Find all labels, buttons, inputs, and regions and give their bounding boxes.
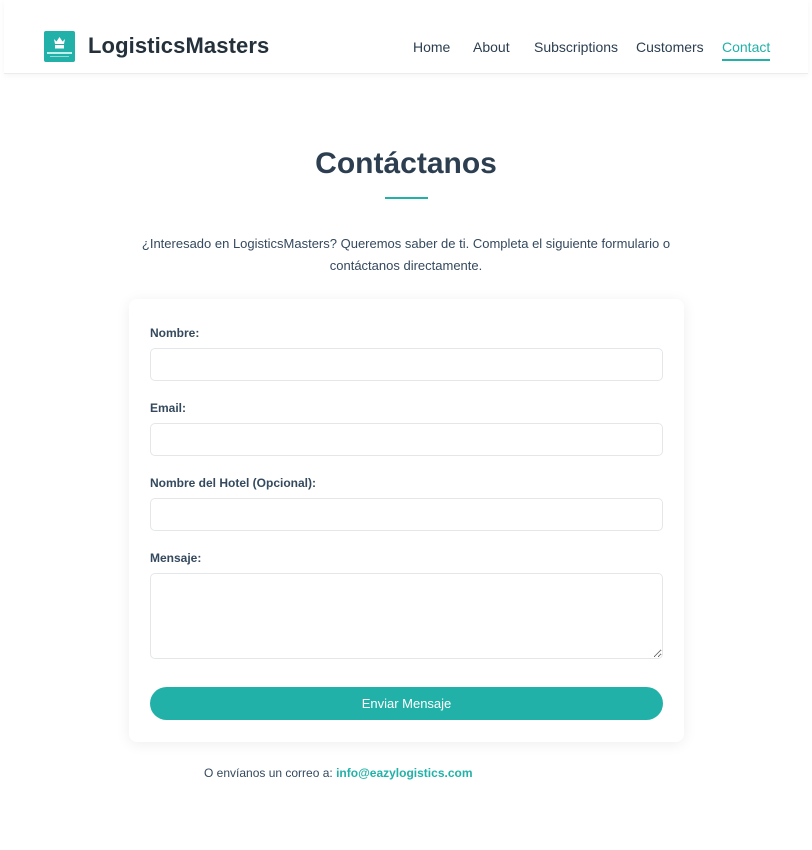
nav-home[interactable]: Home (413, 38, 450, 58)
email-label: Email: (150, 401, 187, 415)
logo-tagline-mini (50, 56, 69, 57)
name-label: Nombre: (150, 326, 200, 340)
hotel-field[interactable] (150, 498, 663, 531)
contact-email-link[interactable]: info@eazylogistics.com (336, 766, 472, 780)
name-field[interactable] (150, 348, 663, 381)
logo-wordmark-mini (47, 52, 72, 54)
nav-contact[interactable]: Contact (722, 38, 771, 61)
contact-form: Nombre: Email: Nombre del Hotel (Opciona… (129, 299, 684, 742)
message-field[interactable] (150, 573, 663, 659)
email-field[interactable] (150, 423, 663, 456)
hotel-label: Nombre del Hotel (Opcional): (150, 476, 317, 490)
send-message-button[interactable]: Enviar Mensaje (150, 687, 663, 720)
logo-icon[interactable] (44, 31, 75, 62)
email-footnote: O envíanos un correo a: info@eazylogisti… (204, 766, 473, 780)
intro-text: ¿Interesado en LogisticsMasters? Queremo… (141, 236, 671, 273)
message-label: Mensaje: (150, 551, 202, 565)
site-header: LogisticsMasters Home About Subscription… (4, 0, 808, 74)
nav-subscriptions[interactable]: Subscriptions (534, 38, 618, 58)
title-divider (385, 197, 428, 199)
page-title: Contáctanos (315, 147, 497, 180)
nav-about[interactable]: About (473, 38, 510, 58)
brand-name[interactable]: LogisticsMasters (88, 33, 269, 59)
footnote-prefix: O envíanos un correo a: (204, 766, 333, 780)
crown-icon (54, 37, 65, 49)
nav-customers[interactable]: Customers (636, 38, 704, 58)
